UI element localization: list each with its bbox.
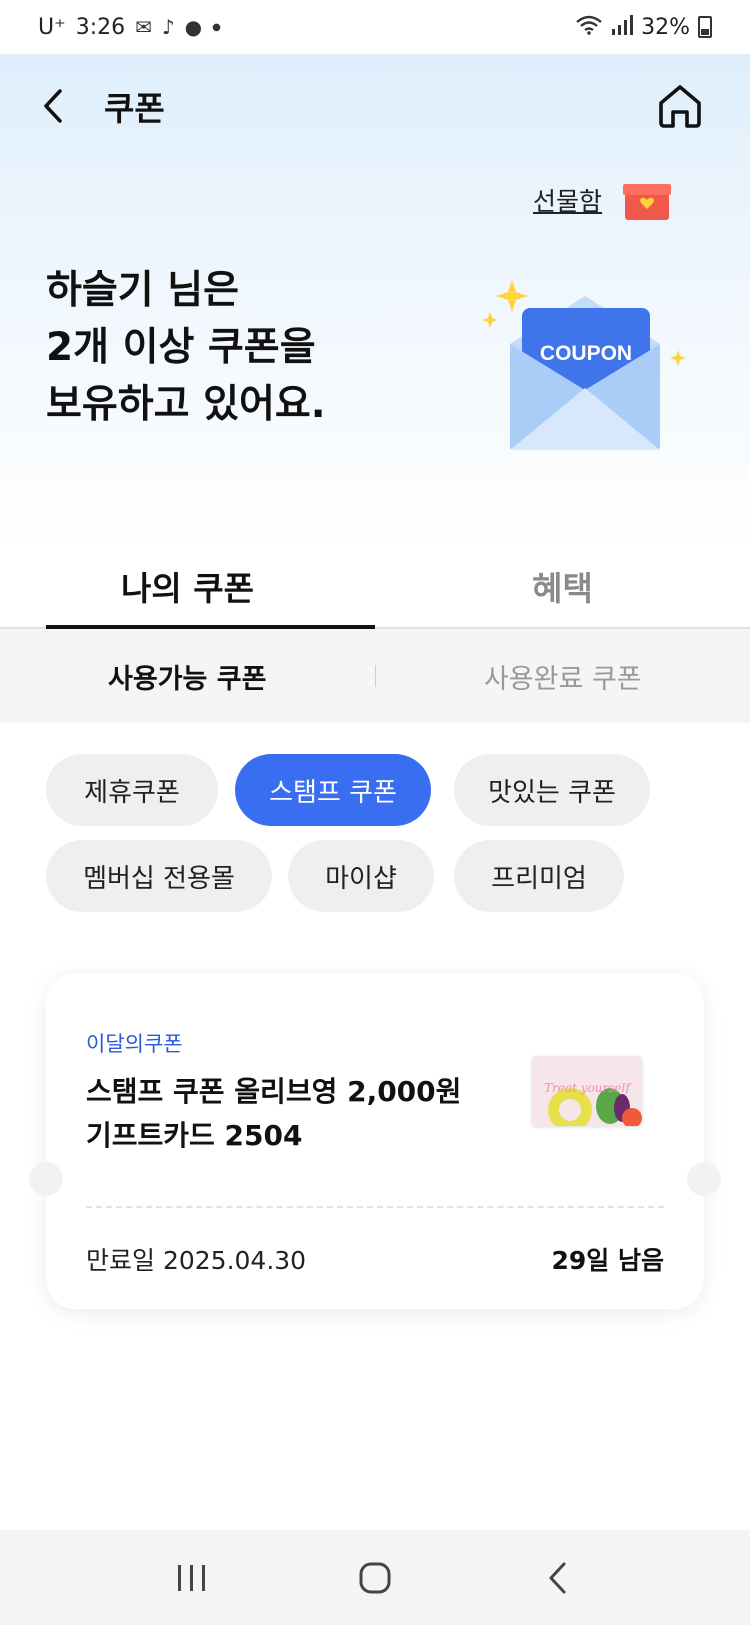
signal-icon [611,14,634,40]
home-button[interactable] [650,76,710,136]
coupon-title-line: 스탬프 쿠폰 올리브영 2,000원 [86,1075,462,1108]
back-nav-button[interactable] [518,1548,598,1608]
notification-icon: ♪ [161,15,175,39]
hero-line: 2개 이상 쿠폰을 [46,325,316,370]
sparkle-icon [496,280,528,312]
home-circle-icon [359,1562,391,1593]
page-title: 쿠폰 [104,89,165,128]
main-tabs: 나의 쿠폰 혜택 [0,545,750,629]
home-icon [659,85,701,128]
chip-membership-mall[interactable]: 멤버십 전용몰 [46,840,272,912]
carrier-label: U⁺ [38,14,66,40]
chip-myshop[interactable]: 마이샵 [288,840,434,912]
back-arrow-icon [549,1562,566,1593]
gift-box-label: 선물함 [532,187,602,216]
coupon-title: 스탬프 쿠폰 올리브영 2,000원 기프트카드 2504 [86,1070,486,1158]
recent-apps-icon [177,1564,205,1591]
tab-benefits[interactable]: 혜택 [375,545,750,627]
hero-message: 하슬기 님은 2개 이상 쿠폰을 보유하고 있어요. [46,262,326,433]
svg-text:COUPON: COUPON [540,342,632,365]
chip-stamp[interactable]: 스탬프 쿠폰 [235,754,431,826]
tab-my-coupons[interactable]: 나의 쿠폰 [0,545,375,629]
days-remaining: 29일 남음 [551,1246,665,1275]
wifi-icon [575,15,603,40]
chip-premium[interactable]: 프리미엄 [454,840,624,912]
card-notch [29,1162,63,1196]
tab-label: 나의 쿠폰 [121,569,254,608]
svg-text:Treat yourself: Treat yourself [544,1081,632,1095]
subtab-available[interactable]: 사용가능 쿠폰 [0,657,375,696]
gift-box-link[interactable]: 선물함 [533,178,672,222]
system-navigation-bar [0,1530,750,1625]
tab-label: 혜택 [532,569,593,608]
battery-icon [698,16,712,38]
coupon-envelope-illustration: COUPON [482,280,686,450]
coupon-status-tabs: 사용가능 쿠폰 사용완료 쿠폰 [0,629,750,723]
recent-apps-button[interactable] [152,1548,232,1608]
chip-delicious[interactable]: 맛있는 쿠폰 [454,754,650,826]
chevron-left-icon [44,89,62,123]
back-button[interactable] [40,76,100,136]
more-notifications-icon: ● [212,21,221,33]
card-notch [687,1162,721,1196]
card-divider [86,1206,664,1208]
notification-icon: ● [184,15,203,39]
expiry-date: 만료일 2025.04.30 [86,1246,307,1275]
status-bar: U⁺ 3:26 ✉ ♪ ● ● 32% [0,0,750,54]
app-bar: 쿠폰 [0,54,750,158]
notification-icon: ✉ [135,15,152,39]
subtab-used[interactable]: 사용완료 쿠폰 [376,657,750,696]
coupon-title-line: 기프트카드 2504 [86,1119,303,1152]
hero-line: 보유하고 있어요. [46,382,326,427]
coupon-tag: 이달의쿠폰 [86,1032,183,1056]
home-nav-button[interactable] [335,1548,415,1608]
gift-box-icon [623,184,671,220]
chip-partner[interactable]: 제휴쿠폰 [46,754,218,826]
coupon-card[interactable]: 이달의쿠폰 스탬프 쿠폰 올리브영 2,000원 기프트카드 2504 Trea… [29,973,721,1309]
sparkle-icon [670,350,686,366]
battery-percent: 32% [641,14,690,40]
gift-card-thumbnail: Treat yourself [532,1056,642,1126]
hero-line: 하슬기 님은 [46,268,239,313]
sparkle-icon [482,312,498,328]
clock: 3:26 [75,14,126,40]
